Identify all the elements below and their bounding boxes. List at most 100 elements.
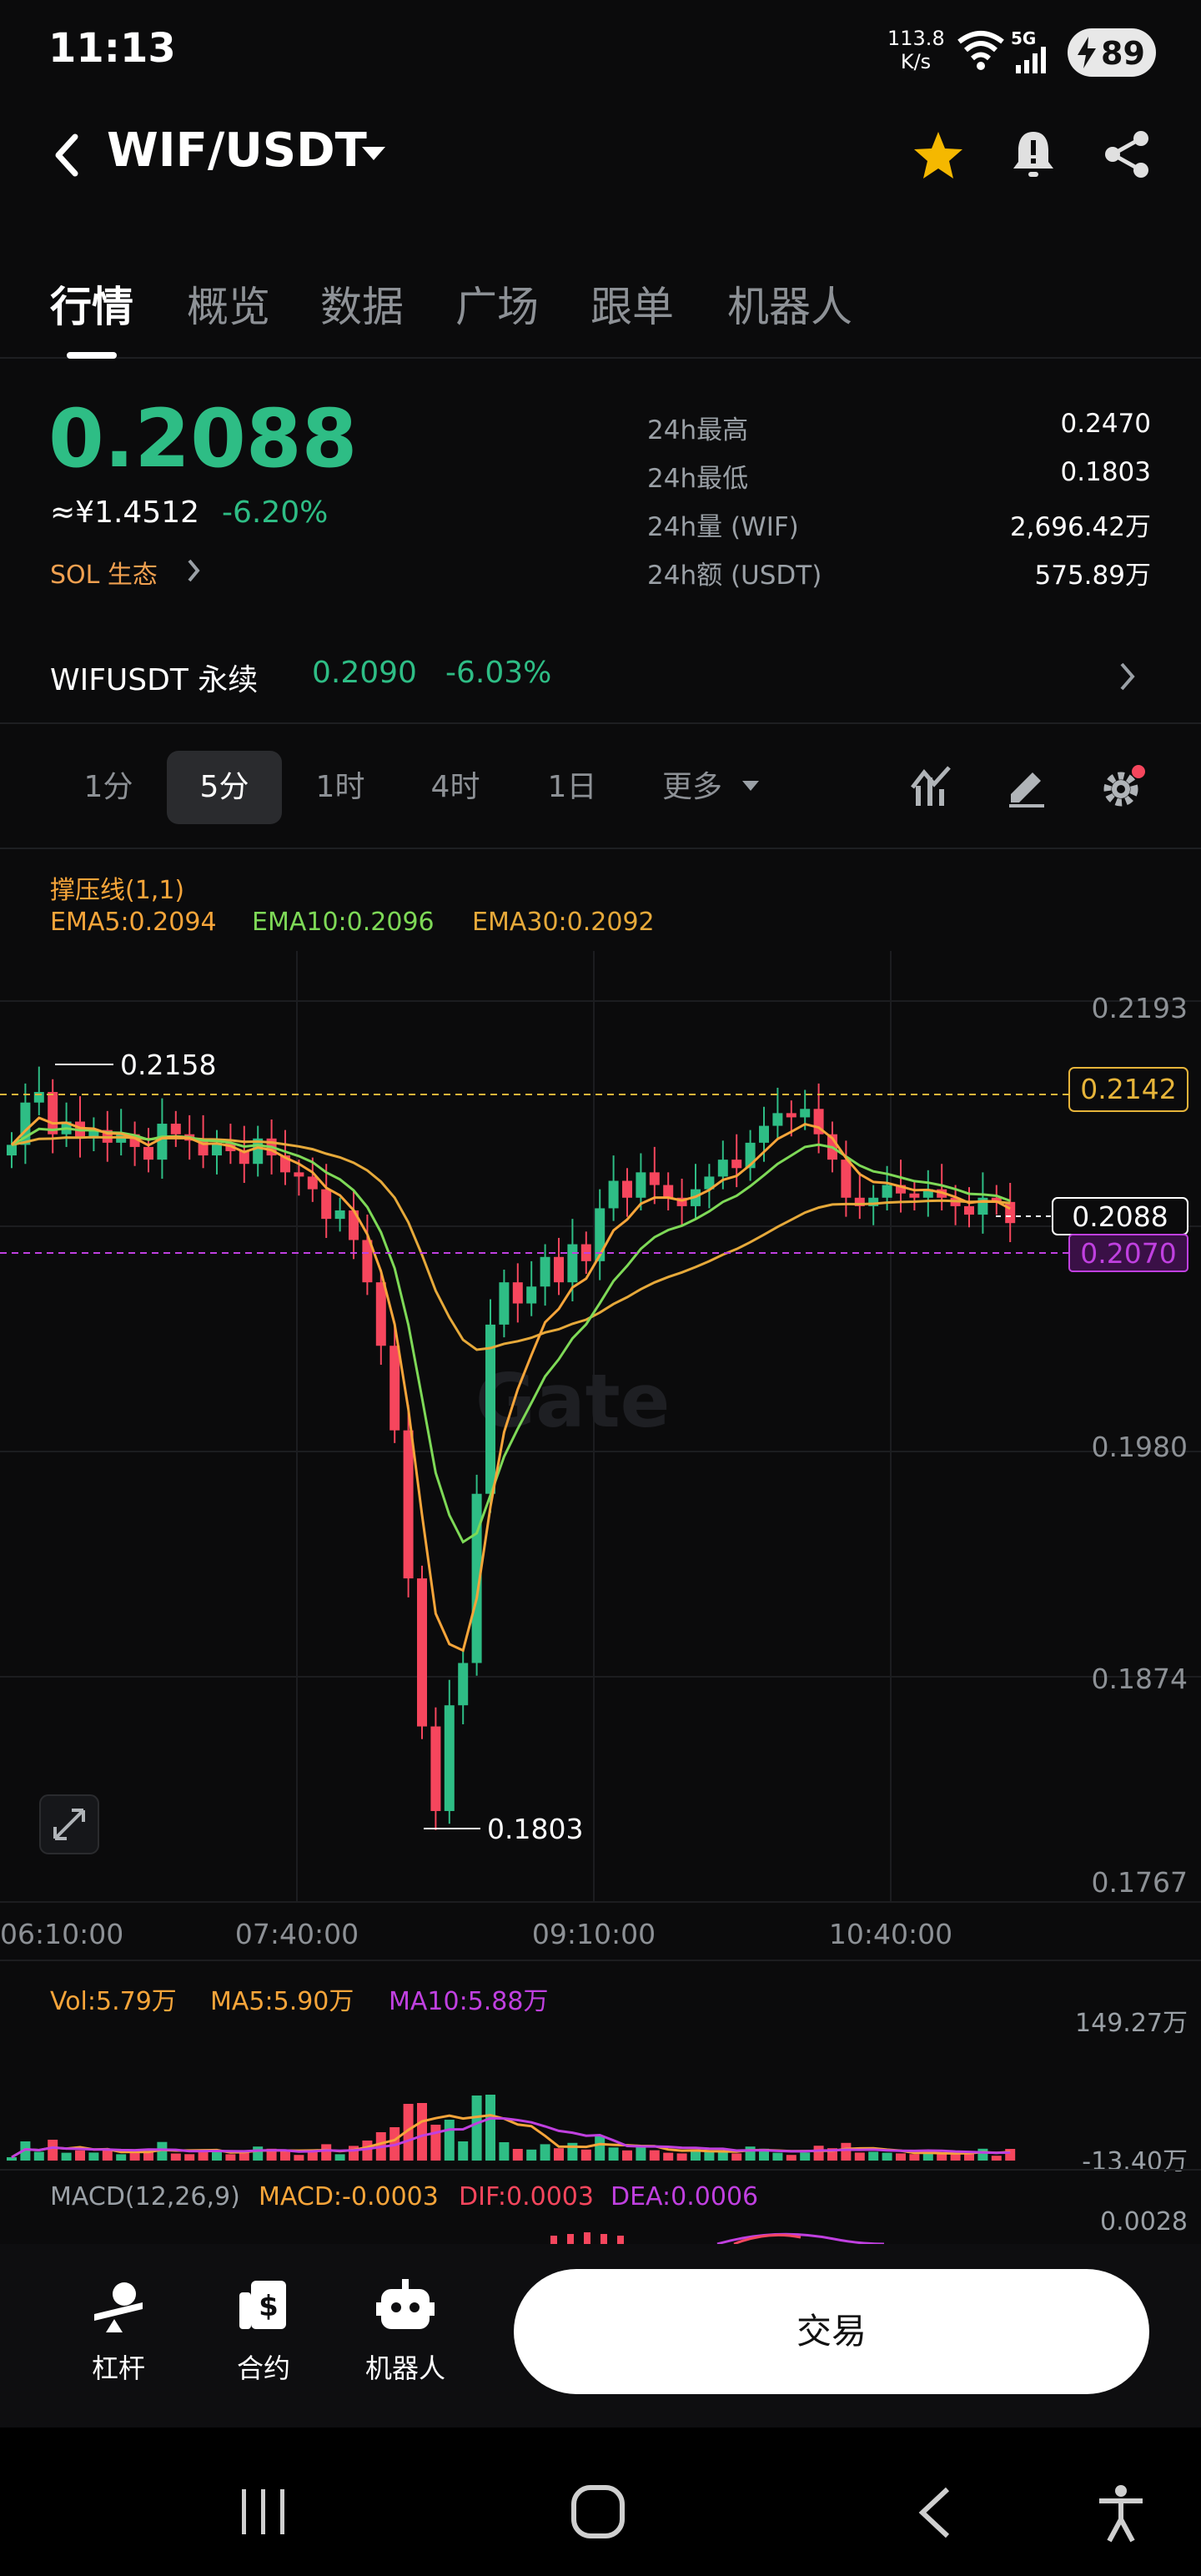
draw-pen-icon[interactable] xyxy=(1006,766,1048,808)
active-tab-indicator xyxy=(67,352,117,359)
candle-body xyxy=(786,1113,796,1118)
timeframe-1m[interactable]: 1分 xyxy=(67,751,150,824)
candles xyxy=(7,1066,1016,1830)
charging-icon xyxy=(1078,37,1096,68)
stat-label-high: 24h最高 xyxy=(647,415,749,445)
volume-bar xyxy=(909,2154,920,2161)
volume-bar xyxy=(321,2144,332,2161)
tab-data[interactable]: 数据 xyxy=(320,274,404,334)
time-label: 07:40:00 xyxy=(235,1918,359,1950)
contract-nav-item[interactable]: $ 合约 xyxy=(222,2277,305,2386)
candle-body xyxy=(964,1205,974,1215)
robot-icon xyxy=(376,2279,435,2329)
system-nav-bar xyxy=(0,2428,1201,2576)
leverage-nav-item[interactable]: 杠杆 xyxy=(77,2277,160,2386)
tab-copy-trading[interactable]: 跟单 xyxy=(590,274,674,334)
bot-nav-item[interactable]: 机器人 xyxy=(364,2277,447,2386)
battery-icon: 89 xyxy=(1068,28,1156,77)
volume-bar xyxy=(417,2103,427,2161)
tab-square[interactable]: 广场 xyxy=(455,274,539,334)
time-label: 10:40:00 xyxy=(829,1918,952,1950)
alert-bell-icon[interactable] xyxy=(1011,128,1056,180)
volume-bar xyxy=(813,2146,824,2161)
candle-body xyxy=(170,1124,181,1135)
macd-chart xyxy=(550,2232,885,2244)
home-icon[interactable] xyxy=(570,2484,626,2539)
candle-body xyxy=(334,1210,345,1220)
volume-bar xyxy=(294,2155,304,2161)
leverage-label: 杠杆 xyxy=(91,2352,145,2384)
price-cny: ≈¥1.4512 xyxy=(50,496,200,530)
candle-body xyxy=(717,1160,728,1177)
candle-body xyxy=(375,1282,386,1346)
chevron-right-icon xyxy=(188,559,200,582)
axis-price-label: 0.1767 xyxy=(1092,1866,1188,1899)
volume-bar xyxy=(636,2146,646,2161)
macd-dea: DEA:0.0006 xyxy=(611,2182,759,2211)
wifi-icon xyxy=(957,31,1004,70)
candle-body xyxy=(526,1286,537,1304)
volume-bar xyxy=(663,2152,674,2161)
ema30-label: EMA30:0.2092 xyxy=(472,908,655,937)
timeframe-1h[interactable]: 1时 xyxy=(299,751,382,824)
indicator-icon[interactable] xyxy=(911,762,952,809)
candle-body xyxy=(759,1125,769,1143)
candle-body xyxy=(800,1109,811,1118)
volume-bar xyxy=(7,2157,17,2161)
volume-bar xyxy=(786,2155,796,2161)
volume-bar xyxy=(841,2142,852,2161)
top-nav: WIF/USDT xyxy=(0,108,1201,200)
volume-bar xyxy=(75,2150,85,2161)
current-price-tag: 0.2088 xyxy=(1072,1200,1168,1233)
stat-value-low: 0.1803 xyxy=(1060,457,1151,487)
volume-bar xyxy=(991,2156,1002,2161)
volume-bar xyxy=(485,2095,495,2161)
axis-price-label: 0.1874 xyxy=(1092,1663,1188,1695)
candle-body xyxy=(512,1282,523,1304)
recent-apps-icon[interactable] xyxy=(239,2488,289,2536)
trade-button[interactable]: 交易 xyxy=(514,2269,1149,2394)
candlestick-chart[interactable]: Gate 0.2193 0.1980 0.1874 0.1767 0.2142 … xyxy=(0,951,1201,1985)
tab-overview[interactable]: 概览 xyxy=(187,274,270,334)
axis-price-label: 0.1980 xyxy=(1092,1431,1188,1463)
timeframe-1d[interactable]: 1日 xyxy=(530,751,614,824)
candle-body xyxy=(622,1180,632,1198)
accessibility-icon[interactable] xyxy=(1096,2484,1146,2543)
settings-gear-icon[interactable] xyxy=(1099,764,1146,811)
volume-bar xyxy=(649,2150,660,2161)
volume-bar xyxy=(580,2149,591,2161)
volume-bar xyxy=(33,2151,44,2161)
candle-body xyxy=(663,1185,674,1198)
macd-value: MACD:-0.0003 xyxy=(259,2182,439,2211)
time-label: 06:10:00 xyxy=(0,1918,123,1950)
back-icon[interactable] xyxy=(50,132,83,179)
timeframe-5m[interactable]: 5分 xyxy=(167,751,282,824)
stat-label-turnover: 24h额 (USDT) xyxy=(647,561,822,591)
volume-bar xyxy=(334,2154,345,2161)
stat-label-volume: 24h量 (WIF) xyxy=(647,512,799,542)
tab-market[interactable]: 行情 xyxy=(50,274,133,334)
ema10-label: EMA10:0.2096 xyxy=(252,908,435,937)
candle-body xyxy=(882,1185,892,1198)
share-icon[interactable] xyxy=(1103,130,1151,179)
pair-dropdown-icon[interactable] xyxy=(360,143,387,164)
pair-title[interactable]: WIF/USDT xyxy=(107,123,367,178)
volume-bar xyxy=(61,2152,72,2161)
back-nav-icon[interactable] xyxy=(914,2486,952,2539)
volume-bar xyxy=(499,2142,510,2161)
volume-bar xyxy=(116,2154,127,2161)
tab-bot[interactable]: 机器人 xyxy=(727,274,852,334)
macd-title: MACD(12,26,9) xyxy=(50,2182,240,2211)
low-price-label: 0.1803 xyxy=(487,1813,583,1845)
timeframe-more[interactable]: 更多 xyxy=(651,751,734,824)
star-icon[interactable] xyxy=(912,130,964,180)
volume-bar xyxy=(444,2120,455,2161)
perp-row[interactable]: WIFUSDT 永续 0.2090 -6.03% xyxy=(0,626,1201,724)
volume-bar xyxy=(170,2153,181,2161)
candle-body xyxy=(909,1193,920,1198)
tab-bar: 行情 概览 数据 广场 跟单 机器人 xyxy=(0,250,1201,359)
volume-bar xyxy=(937,2154,947,2161)
timeframe-4h[interactable]: 4时 xyxy=(414,751,497,824)
ecosystem-tag[interactable]: SOL 生态 xyxy=(50,554,158,591)
volume-bar xyxy=(622,2150,632,2161)
